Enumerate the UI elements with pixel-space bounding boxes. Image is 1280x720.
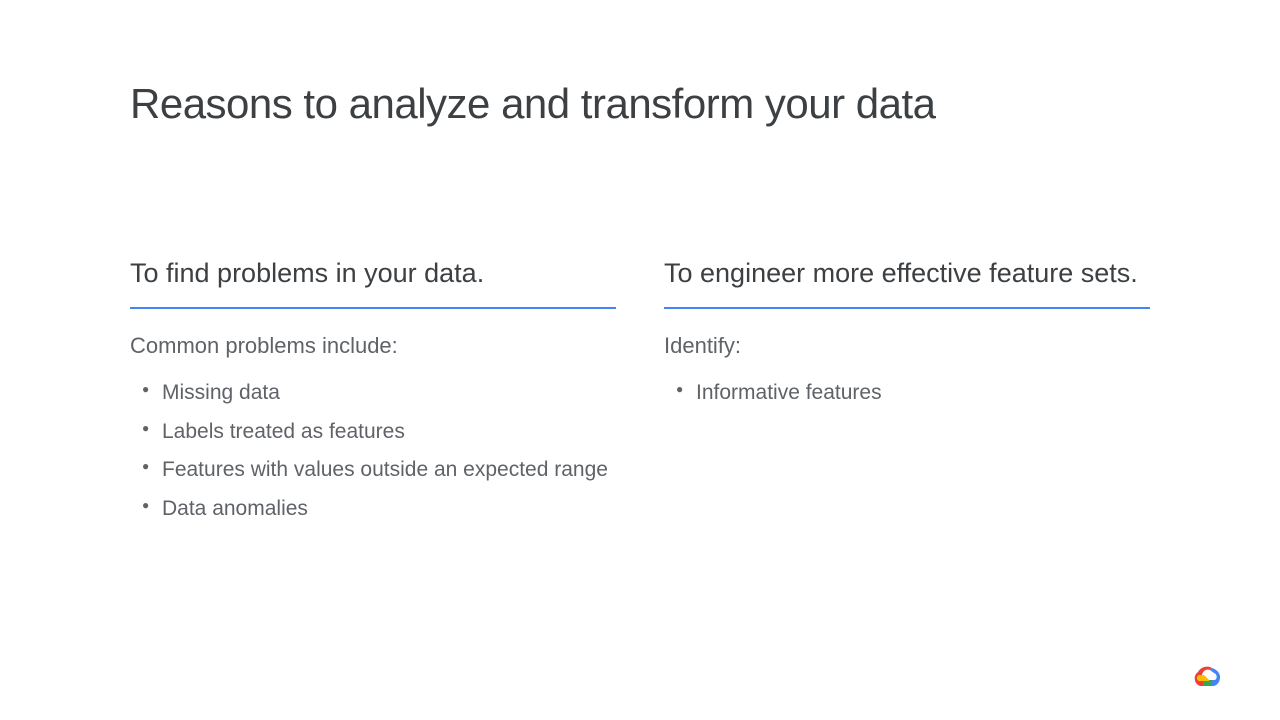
left-bullet-list: Missing data Labels treated as features … xyxy=(130,377,616,525)
slide-container: Reasons to analyze and transform your da… xyxy=(0,0,1280,531)
list-item: Labels treated as features xyxy=(130,416,616,449)
left-subheading: Common problems include: xyxy=(130,333,616,359)
list-item: Missing data xyxy=(130,377,616,410)
google-cloud-logo-icon xyxy=(1190,658,1222,690)
right-bullet-list: Informative features xyxy=(664,377,1150,410)
right-heading: To engineer more effective feature sets. xyxy=(664,258,1150,309)
right-subheading: Identify: xyxy=(664,333,1150,359)
columns-container: To find problems in your data. Common pr… xyxy=(130,258,1150,531)
left-column: To find problems in your data. Common pr… xyxy=(130,258,616,531)
list-item: Data anomalies xyxy=(130,493,616,526)
list-item: Informative features xyxy=(664,377,1150,410)
list-item: Features with values outside an expected… xyxy=(130,454,616,487)
slide-title: Reasons to analyze and transform your da… xyxy=(130,80,1150,128)
left-heading: To find problems in your data. xyxy=(130,258,616,309)
right-column: To engineer more effective feature sets.… xyxy=(664,258,1150,531)
